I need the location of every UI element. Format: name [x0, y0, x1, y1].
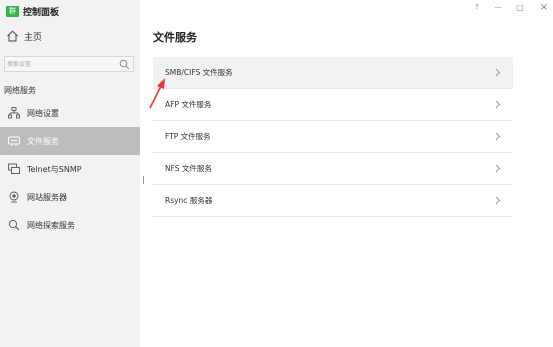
chevron-right-icon: [495, 196, 501, 205]
home-label: 主页: [24, 32, 43, 43]
service-row-ftp[interactable]: FTP 文件服务: [153, 121, 513, 153]
page-title: 文件服务: [153, 31, 197, 44]
sidebar-item-label: 网络探索服务: [27, 220, 75, 230]
search-icon[interactable]: [119, 59, 130, 70]
minimize-button[interactable]: —: [491, 2, 505, 12]
service-row-label: AFP 文件服务: [165, 100, 212, 109]
sidebar: 群 控制面板 主页 网络服务 网络设置: [0, 0, 140, 347]
search-network-icon: [8, 219, 20, 231]
home-icon: [7, 30, 18, 42]
globe-icon: [8, 191, 20, 203]
close-button[interactable]: ×: [537, 2, 551, 13]
service-row-label: FTP 文件服务: [165, 132, 211, 141]
sidebar-item-network-settings[interactable]: 网络设置: [0, 99, 140, 127]
sidebar-item-telnet-snmp[interactable]: Telnet与SNMP: [0, 155, 140, 183]
file-service-icon: [8, 135, 20, 147]
service-row-smb-cifs[interactable]: SMB/CIFS 文件服务: [153, 57, 513, 89]
sidebar-item-label: 网站服务器: [27, 192, 67, 202]
search-box[interactable]: [4, 56, 134, 72]
help-button[interactable]: ?: [470, 2, 484, 12]
chevron-right-icon: [495, 132, 501, 141]
sidebar-item-label: Telnet与SNMP: [27, 164, 82, 174]
chevron-right-icon: [495, 68, 501, 77]
sidebar-item-web-server[interactable]: 网站服务器: [0, 183, 140, 211]
service-row-label: NFS 文件服务: [165, 164, 212, 173]
app-title-text: 控制面板: [23, 7, 60, 18]
app-title: 群 控制面板: [6, 4, 59, 18]
service-row-nfs[interactable]: NFS 文件服务: [153, 153, 513, 185]
terminal-icon: [8, 163, 20, 175]
app-logo: 群: [6, 5, 19, 17]
sidebar-item-network-discovery[interactable]: 网络探索服务: [0, 211, 140, 239]
network-icon: [8, 107, 20, 119]
section-title-network-services: 网络服务: [4, 86, 36, 95]
search-input[interactable]: [7, 60, 117, 68]
chevron-right-icon: [495, 164, 501, 173]
sidebar-item-file-services[interactable]: 文件服务: [0, 127, 140, 155]
service-row-afp[interactable]: AFP 文件服务: [153, 89, 513, 121]
home-button[interactable]: 主页: [6, 28, 42, 44]
chevron-right-icon: [495, 100, 501, 109]
sidebar-item-label: 网络设置: [27, 108, 59, 118]
service-row-label: SMB/CIFS 文件服务: [165, 68, 233, 77]
pane-resize-handle[interactable]: [143, 176, 144, 184]
sidebar-item-label: 文件服务: [27, 136, 59, 146]
service-list: SMB/CIFS 文件服务 AFP 文件服务 FTP 文件服务 NFS 文件服务…: [153, 57, 513, 217]
maximize-button[interactable]: □: [513, 2, 527, 12]
service-row-label: Rsync 服务器: [165, 196, 213, 205]
service-row-rsync[interactable]: Rsync 服务器: [153, 185, 513, 217]
